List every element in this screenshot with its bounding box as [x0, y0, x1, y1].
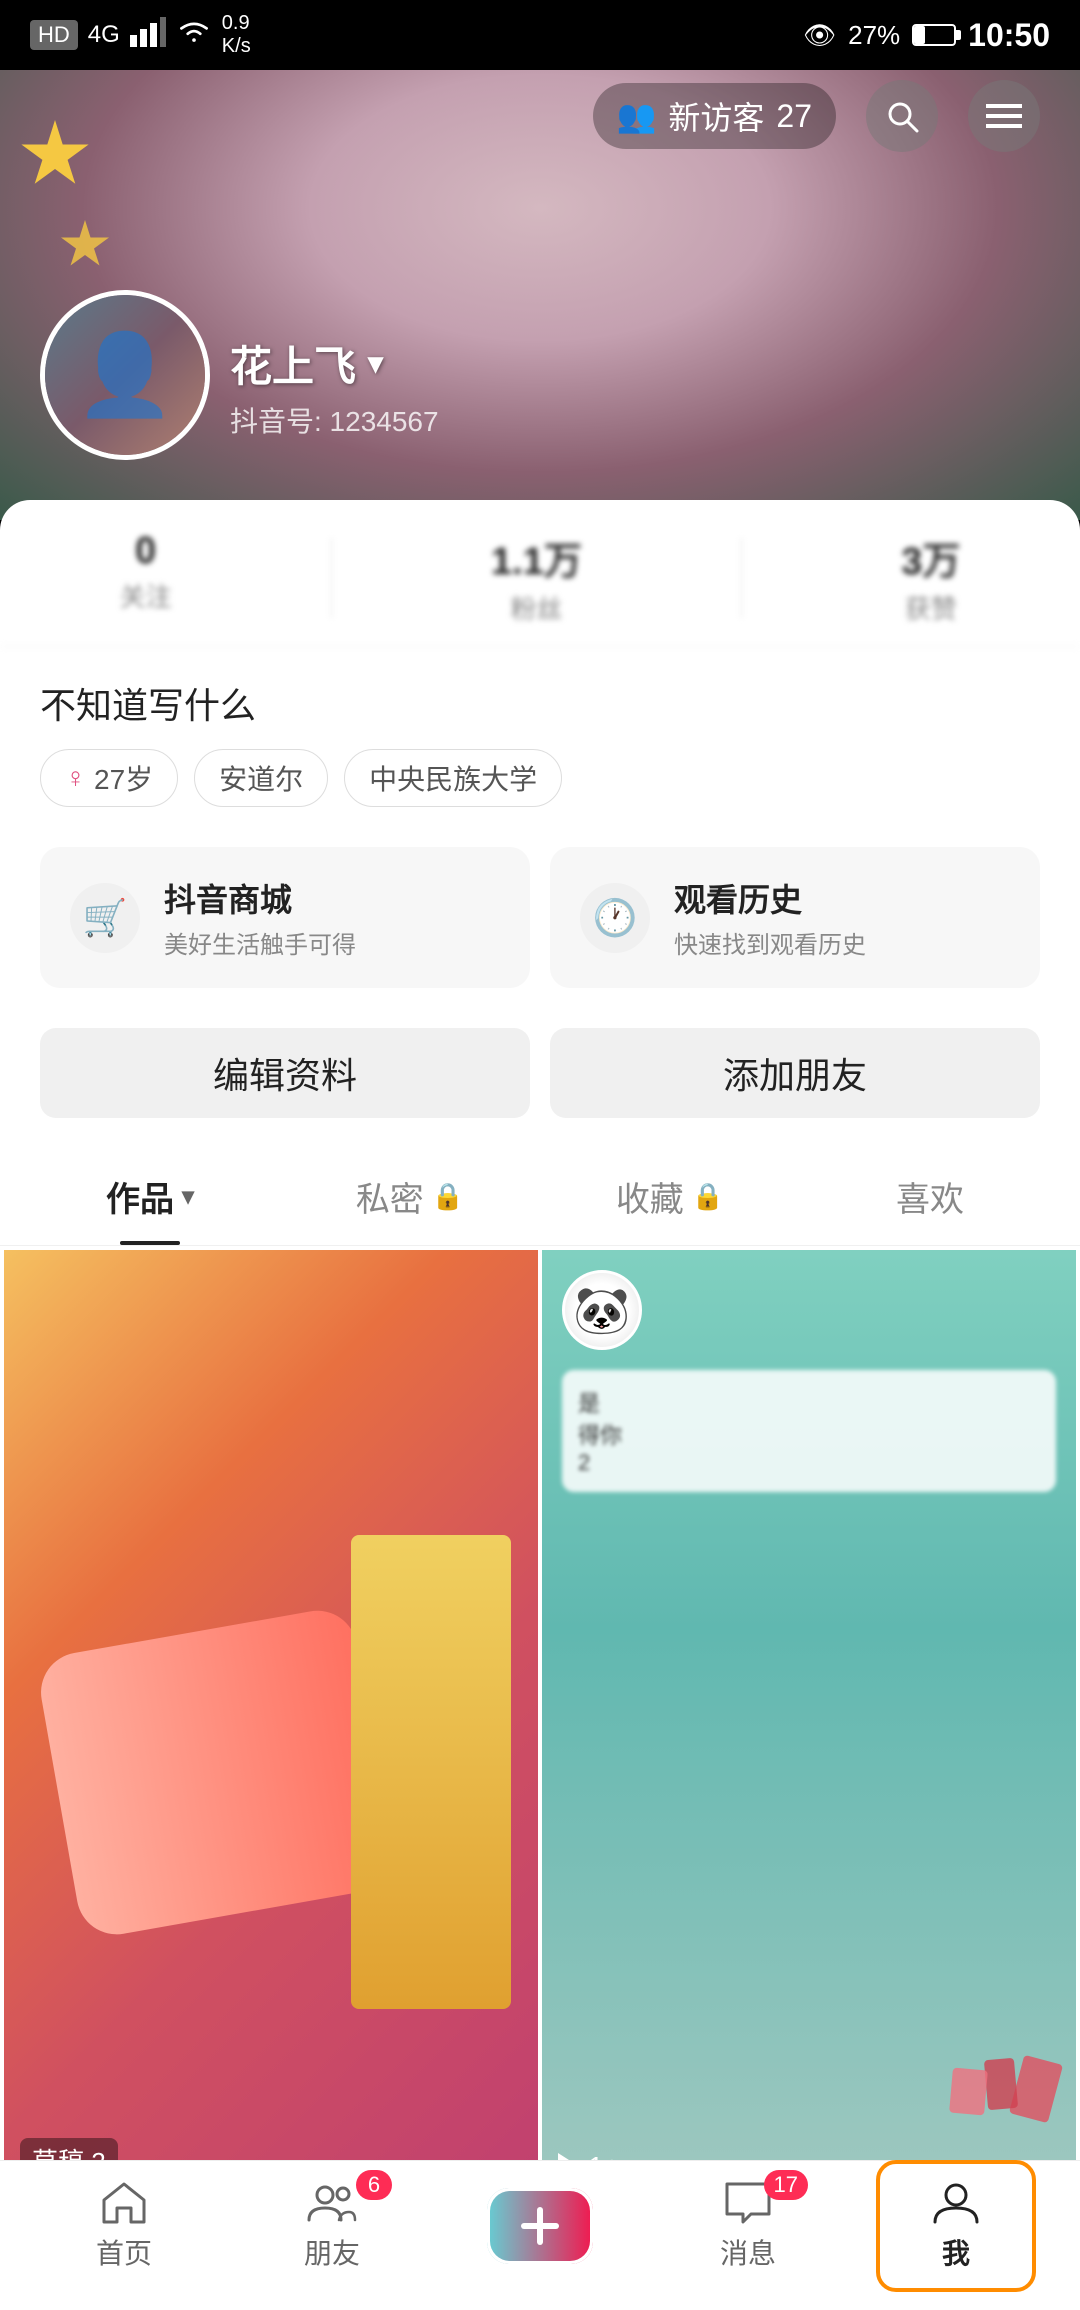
bio-text: 不知道写什么: [40, 677, 1040, 729]
me-label: 我: [942, 2232, 970, 2272]
dropdown-arrow-icon[interactable]: ▾: [368, 346, 383, 381]
add-button[interactable]: [490, 2191, 590, 2261]
history-title: 观看历史: [674, 875, 866, 921]
tab-likes[interactable]: 喜欢: [800, 1148, 1060, 1245]
bottom-nav: 首页 6 朋友 17 消息: [0, 2160, 1080, 2310]
status-bar: HD 4G 0.9K/s 👁 27% 10:50: [0, 0, 1080, 70]
video-grid: 草稿 2 🐼 是 得你 2 1+: [0, 1246, 1080, 2160]
time: 10:50: [968, 17, 1050, 54]
3d-shapes: [936, 2039, 1056, 2119]
wifi-icon: [176, 17, 212, 54]
nav-add[interactable]: [470, 2188, 610, 2264]
panda-avatar: 🐼: [562, 1270, 642, 1350]
messages-label: 消息: [720, 2232, 776, 2272]
nav-messages[interactable]: 17 消息: [678, 2180, 818, 2272]
chat-overlay: 是 得你 2: [562, 1370, 1056, 1492]
status-left: HD 4G 0.9K/s: [30, 12, 251, 58]
history-icon: 🕐: [580, 883, 650, 953]
search-button[interactable]: [866, 80, 938, 152]
eye-icon: 👁: [803, 20, 836, 51]
add-friend-button[interactable]: 添加朋友: [550, 1028, 1040, 1118]
tab-works-arrow: ▾: [182, 1182, 194, 1211]
shop-subtitle: 美好生活触手可得: [164, 925, 356, 960]
hd-badge: HD: [30, 20, 78, 50]
shop-title: 抖音商城: [164, 875, 356, 921]
menu-button[interactable]: [968, 80, 1040, 152]
profile-actions: 👥 新访客 27: [0, 80, 1080, 152]
edit-profile-button[interactable]: 编辑资料: [40, 1028, 530, 1118]
stat-following[interactable]: 0 关注: [120, 530, 172, 626]
play-count: 1+: [558, 2151, 620, 2160]
nav-home[interactable]: 首页: [54, 2180, 194, 2272]
user-id: 抖音号: 1234567: [230, 400, 439, 440]
username-area: 花上飞 ▾ 抖音号: 1234567: [230, 333, 439, 460]
new-visitors-btn[interactable]: 👥 新访客 27: [593, 83, 836, 149]
friends-badge: 6: [356, 2170, 392, 2200]
shop-icon: 🛒: [70, 883, 140, 953]
avatar[interactable]: 👤: [40, 290, 210, 460]
nav-me[interactable]: 我: [886, 2180, 1026, 2272]
tab-collect[interactable]: 收藏 🔒: [540, 1148, 800, 1245]
new-visitors-count: 27: [776, 98, 812, 135]
network-signal: 4G: [88, 21, 120, 49]
home-label: 首页: [96, 2232, 152, 2272]
visitors-icon: 👥: [617, 97, 657, 135]
tag-gender-age[interactable]: ♀ 27岁: [40, 749, 178, 807]
video-item-draft[interactable]: 草稿 2: [4, 1250, 538, 2160]
tab-private[interactable]: 私密 🔒: [280, 1148, 540, 1245]
profile-cover: 👥 新访客 27 👤 花上飞 ▾: [0, 0, 1080, 520]
status-right: 👁 27% 10:50: [803, 17, 1050, 54]
content-area: 0 关注 1.1万 粉丝 3万 获赞 不知道写什么 ♀ 27岁 安道尔 中央民族…: [0, 500, 1080, 2160]
avatar-area: 👤 花上飞 ▾ 抖音号: 1234567: [40, 290, 439, 460]
tags-row: ♀ 27岁 安道尔 中央民族大学: [40, 749, 1040, 807]
battery-icon: [912, 24, 956, 46]
nav-friends[interactable]: 6 朋友: [262, 2180, 402, 2272]
new-visitors-label: 新访客: [668, 93, 764, 139]
private-lock-icon: 🔒: [432, 1181, 464, 1212]
network-speed: 0.9K/s: [222, 12, 251, 58]
friends-label: 朋友: [304, 2232, 360, 2272]
stat-followers[interactable]: 1.1万 粉丝: [491, 530, 582, 626]
shop-card[interactable]: 🛒 抖音商城 美好生活触手可得: [40, 847, 530, 988]
stats-row: 0 关注 1.1万 粉丝 3万 获赞: [0, 500, 1080, 647]
draft-label: 草稿 2: [20, 2138, 118, 2160]
signal-bars: [130, 17, 166, 54]
video-item-1[interactable]: 🐼 是 得你 2 1+: [542, 1250, 1076, 2160]
tab-works[interactable]: 作品 ▾: [20, 1148, 280, 1245]
tag-school[interactable]: 中央民族大学: [344, 749, 562, 807]
quick-links: 🛒 抖音商城 美好生活触手可得 🕐 观看历史 快速找到观看历史: [0, 827, 1080, 1008]
collect-lock-icon: 🔒: [692, 1181, 724, 1212]
tabs-row: 作品 ▾ 私密 🔒 收藏 🔒 喜欢: [0, 1148, 1080, 1246]
history-subtitle: 快速找到观看历史: [674, 925, 866, 960]
stat-likes[interactable]: 3万 获赞: [901, 530, 960, 626]
messages-badge: 17: [764, 2170, 808, 2200]
history-card[interactable]: 🕐 观看历史 快速找到观看历史: [550, 847, 1040, 988]
action-buttons: 编辑资料 添加朋友: [0, 1008, 1080, 1138]
tag-location[interactable]: 安道尔: [194, 749, 328, 807]
username: 花上飞 ▾: [230, 333, 439, 394]
battery-percent: 27%: [848, 20, 900, 51]
bio-section: 不知道写什么 ♀ 27岁 安道尔 中央民族大学: [0, 647, 1080, 827]
